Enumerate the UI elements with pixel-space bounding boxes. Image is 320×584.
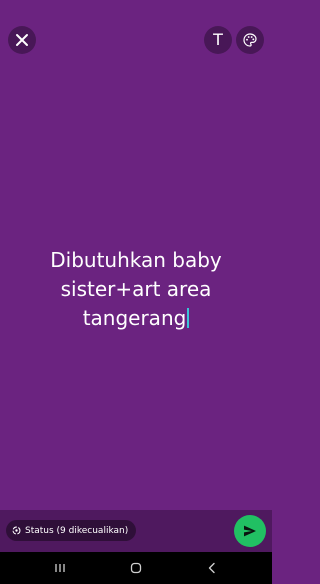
close-button[interactable] xyxy=(8,26,36,54)
color-palette-button[interactable] xyxy=(236,26,264,54)
send-button[interactable] xyxy=(234,515,266,547)
palette-icon xyxy=(243,33,257,47)
home-icon xyxy=(130,562,142,574)
status-icon xyxy=(12,526,21,535)
text-tool-label: T xyxy=(213,30,223,49)
text-cursor xyxy=(187,308,190,328)
recent-apps-icon xyxy=(55,564,65,572)
back-button[interactable] xyxy=(192,552,232,584)
status-text-line-2: sister+art area xyxy=(60,277,212,301)
system-navigation-bar xyxy=(0,552,272,584)
status-text-line-1: Dibutuhkan baby xyxy=(50,248,222,272)
status-chip-label: Status (9 dikecualikan) xyxy=(25,525,129,536)
close-icon xyxy=(16,34,28,46)
text-tool-button[interactable]: T xyxy=(204,26,232,54)
status-editor-screen: T Dibutuhkan baby sister+art area tanger… xyxy=(0,0,272,584)
bottom-bar: Status (9 dikecualikan) xyxy=(0,510,272,552)
status-text-editor[interactable]: Dibutuhkan baby sister+art area tangeran… xyxy=(0,246,272,333)
recent-apps-button[interactable] xyxy=(40,552,80,584)
status-privacy-chip[interactable]: Status (9 dikecualikan) xyxy=(6,520,137,541)
status-text-line-3-content: tangerang xyxy=(82,306,187,330)
send-icon xyxy=(244,525,256,537)
status-text-line-3: tangerang xyxy=(22,304,250,333)
home-button[interactable] xyxy=(116,552,156,584)
back-icon xyxy=(208,562,215,574)
